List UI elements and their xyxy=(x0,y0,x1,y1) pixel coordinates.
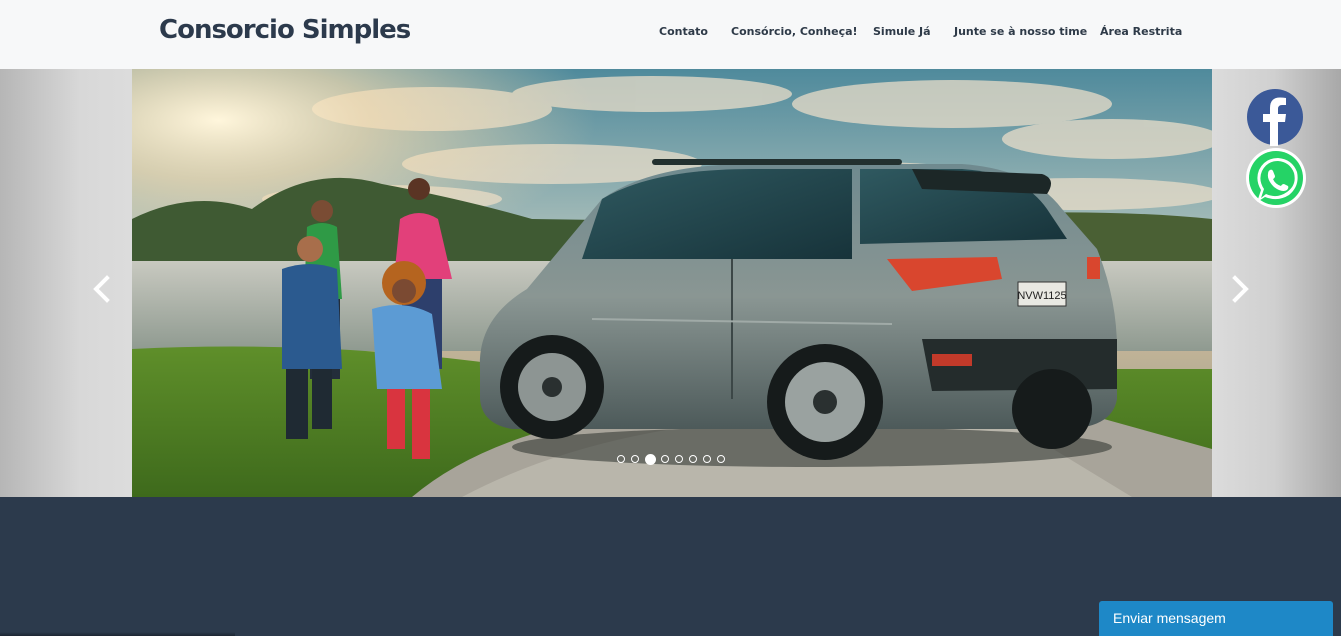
carousel-next-button[interactable] xyxy=(1229,274,1253,304)
carousel-slide: NVW1125 xyxy=(132,69,1212,497)
whatsapp-icon xyxy=(1246,148,1306,208)
nav-contato[interactable]: Contato xyxy=(659,25,708,38)
nav-area-restrita[interactable]: Área Restrita xyxy=(1100,25,1182,38)
bottom-shadow xyxy=(0,632,235,636)
facebook-icon xyxy=(1247,89,1303,146)
carousel-indicator[interactable] xyxy=(689,455,697,463)
carousel-indicator-active[interactable] xyxy=(645,453,656,465)
facebook-button[interactable] xyxy=(1246,88,1304,146)
hero-carousel: NVW1125 xyxy=(0,69,1341,497)
nav-junte-se[interactable]: Junte se à nosso time xyxy=(954,25,1087,38)
carousel-indicator[interactable] xyxy=(661,455,669,463)
carousel-indicator[interactable] xyxy=(675,455,683,463)
chevron-right-icon xyxy=(1232,275,1249,303)
carousel-indicator[interactable] xyxy=(631,455,639,463)
carousel-prev-button[interactable] xyxy=(89,274,113,304)
site-header: Consorcio Simples Contato Consórcio, Con… xyxy=(0,0,1341,69)
carousel-indicator[interactable] xyxy=(617,455,625,463)
carousel-indicator[interactable] xyxy=(703,455,711,463)
nav-simule-ja[interactable]: Simule Já xyxy=(873,25,931,38)
send-message-chat-button[interactable]: Enviar mensagem xyxy=(1099,601,1333,636)
family-and-suv-photo: NVW1125 xyxy=(132,69,1212,497)
nav-consorcio-conheca[interactable]: Consórcio, Conheça! xyxy=(731,25,858,38)
carousel-indicator[interactable] xyxy=(717,455,725,463)
whatsapp-button[interactable] xyxy=(1245,148,1306,208)
license-plate-text: NVW1125 xyxy=(1017,290,1066,302)
chevron-left-icon xyxy=(93,275,110,303)
brand-logo[interactable]: Consorcio Simples xyxy=(159,15,411,45)
